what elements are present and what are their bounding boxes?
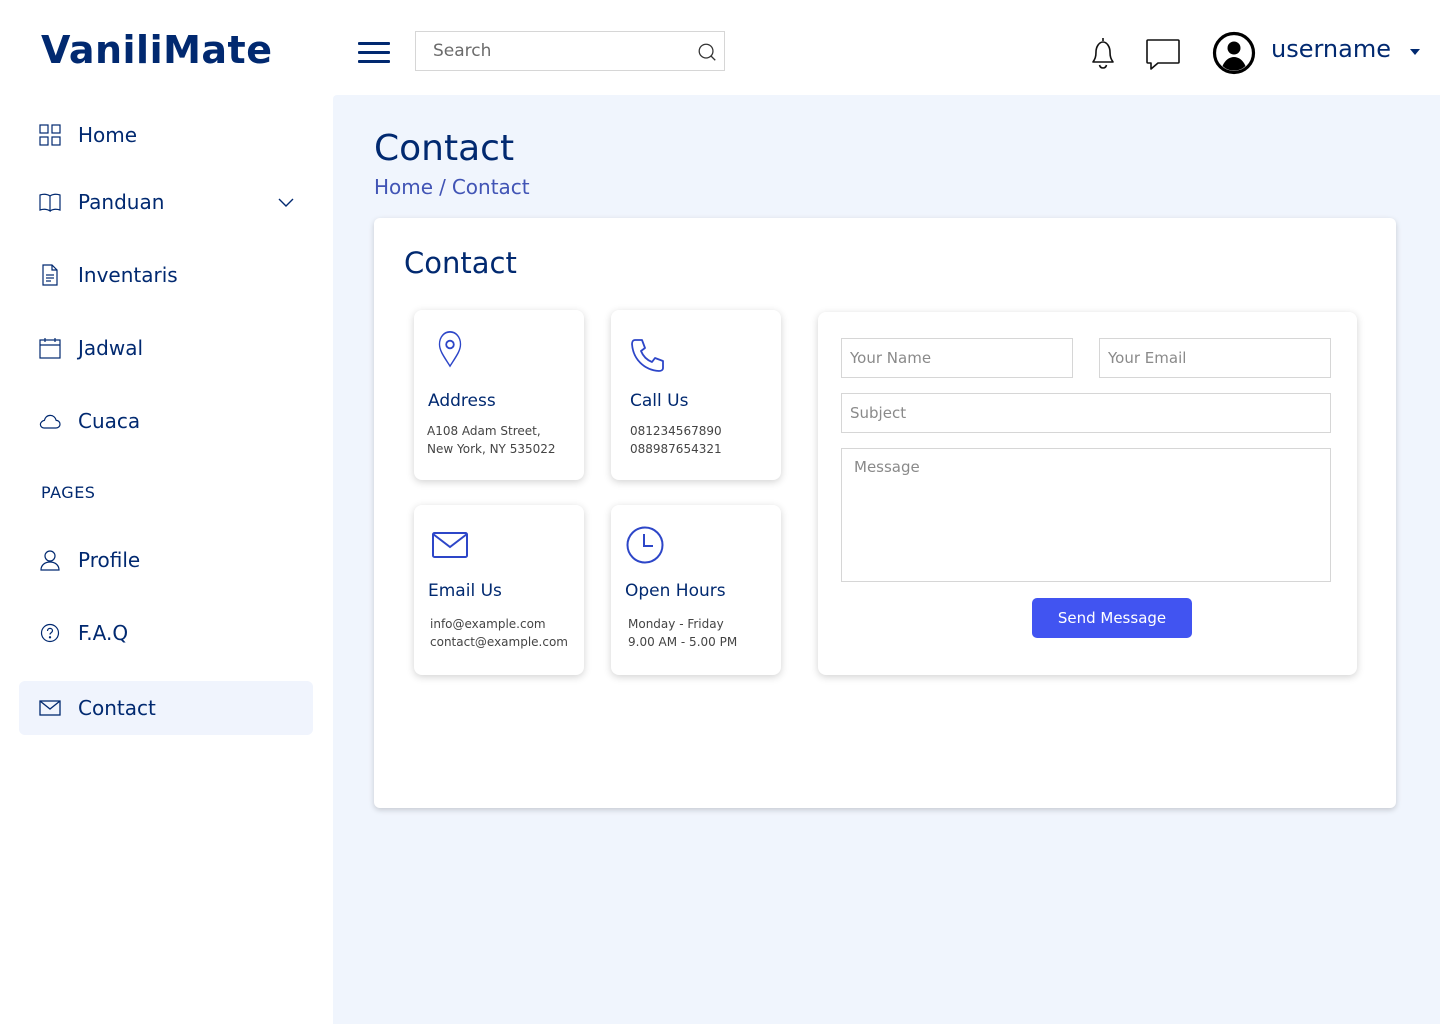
address-line-1: A108 Adam Street, [427,424,541,438]
envelope-icon [432,532,468,558]
sidebar-item-label: Contact [78,696,156,720]
hours-time: 9.00 AM - 5.00 PM [628,635,738,649]
person-icon [40,550,60,571]
avatar-icon[interactable] [1212,31,1256,75]
sidebar-item-inventaris[interactable]: Inventaris [19,248,313,302]
brand-logo[interactable]: VaniliMate [41,28,273,72]
sidebar-item-cuaca[interactable]: Cuaca [19,394,313,448]
name-field[interactable] [841,338,1073,378]
pages-section-heading: PAGES [41,483,96,502]
sidebar-item-profile[interactable]: Profile [19,533,313,587]
cloud-icon [39,414,61,429]
sidebar-item-label: Home [78,123,138,147]
sidebar-item-label: Panduan [78,190,165,214]
phone-number-2: 088987654321 [630,442,722,456]
sidebar-item-label: Inventaris [78,263,178,287]
grid-icon [39,124,61,146]
email-address-2: contact@example.com [430,635,568,649]
chevron-down-icon[interactable] [277,196,295,208]
subject-field[interactable] [841,393,1331,433]
hours-title: Open Hours [625,581,726,601]
sidebar-item-faq[interactable]: F.A.Q [19,606,313,660]
sidebar-item-label: F.A.Q [78,621,129,645]
email-field[interactable] [1099,338,1331,378]
address-info-box: Address A108 Adam Street, New York, NY 5… [414,310,584,480]
phone-icon [631,339,664,372]
call-info-box: Call Us 081234567890 088987654321 [611,310,781,480]
message-field[interactable] [841,448,1331,582]
breadcrumb-current: Contact [451,175,530,199]
sidebar-item-jadwal[interactable]: Jadwal [19,321,313,375]
call-title: Call Us [630,391,689,411]
bell-icon[interactable] [1085,34,1121,72]
contact-card-title: Contact [404,246,517,280]
menu-toggle-icon[interactable] [358,42,392,68]
address-title: Address [428,391,496,411]
hours-days: Monday - Friday [628,617,724,631]
sidebar-item-label: Cuaca [78,409,141,433]
search-icon[interactable] [696,41,718,63]
username-label[interactable]: username [1271,35,1391,63]
address-line-2: New York, NY 535022 [427,442,556,456]
chat-icon[interactable] [1144,36,1182,72]
sidebar-item-label: Jadwal [78,336,144,360]
caret-down-icon[interactable] [1408,47,1422,57]
page-title: Contact [374,128,515,169]
clock-icon [626,526,664,564]
phone-number-1: 081234567890 [630,424,722,438]
question-circle-icon [40,623,60,643]
search-input[interactable] [416,32,676,70]
document-icon [42,264,58,286]
breadcrumb-separator: / [439,175,446,199]
sidebar-item-home[interactable]: Home [19,108,313,162]
sidebar-item-panduan[interactable]: Panduan [19,175,313,229]
breadcrumb: Home / Contact [374,175,530,199]
calendar-icon [39,338,61,359]
send-message-button[interactable]: Send Message [1032,598,1192,638]
envelope-icon [39,700,61,716]
breadcrumb-home-link[interactable]: Home [374,175,433,199]
sidebar-item-contact[interactable]: Contact [19,681,313,735]
email-info-box: Email Us info@example.com contact@exampl… [414,505,584,675]
search-box [415,31,725,71]
email-title: Email Us [428,581,502,601]
book-icon [39,193,61,213]
email-address-1: info@example.com [430,617,546,631]
hours-info-box: Open Hours Monday - Friday 9.00 AM - 5.0… [611,505,781,675]
sidebar-item-label: Profile [78,548,141,572]
map-pin-icon [438,331,462,368]
